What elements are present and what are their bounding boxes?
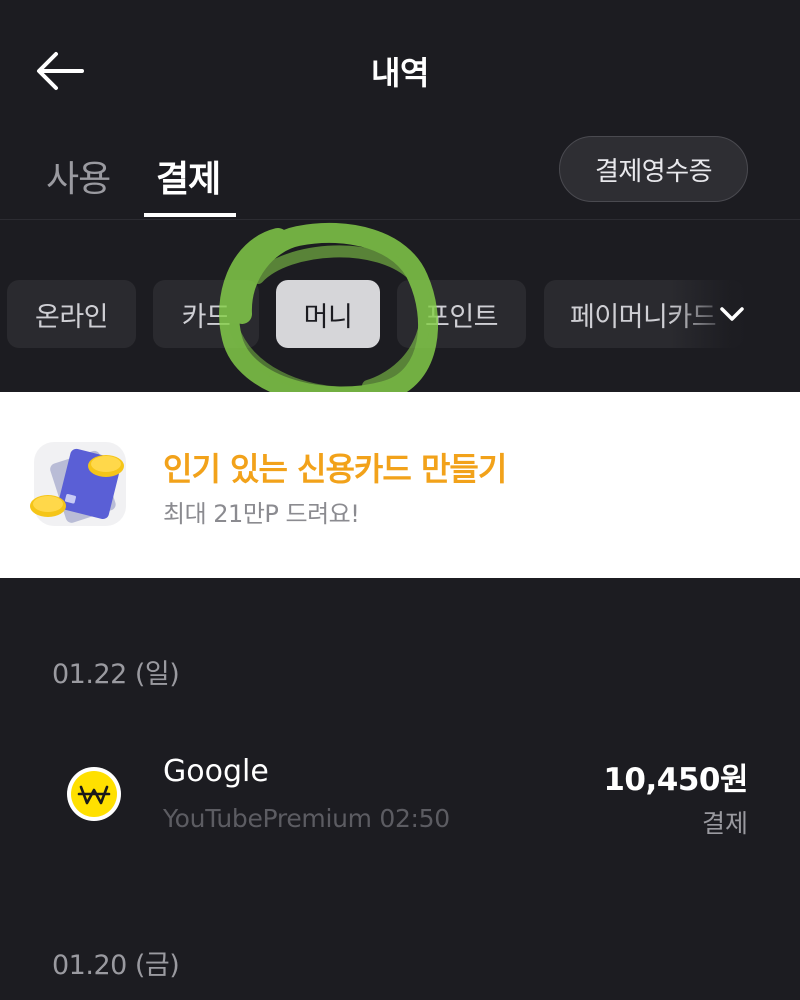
credit-card-coins-icon: [30, 442, 126, 526]
header: 내역: [0, 0, 800, 130]
date-header: 01.20 (금): [52, 950, 180, 981]
transaction-type: 결제: [701, 809, 748, 838]
transaction-detail: YouTubePremium 02:50: [163, 804, 450, 833]
payment-receipt-button[interactable]: 결제영수증: [559, 136, 748, 202]
chip-online[interactable]: 온라인: [7, 280, 136, 348]
credit-card-promo-banner[interactable]: 인기 있는 신용카드 만들기 최대 21만P 드려요!: [0, 392, 800, 578]
transaction-merchant: Google: [163, 754, 269, 789]
chip-money[interactable]: 머니: [276, 280, 380, 348]
banner-subtitle: 최대 21만P 드려요!: [163, 500, 360, 528]
chip-card[interactable]: 카드: [153, 280, 259, 348]
chevron-down-icon: [720, 307, 744, 321]
tab-use[interactable]: 사용: [46, 150, 111, 202]
transaction-row[interactable]: Google YouTubePremium 02:50 10,450원 결제: [0, 740, 800, 850]
page-title: 내역: [371, 54, 429, 92]
chips-expand-button[interactable]: [714, 296, 750, 332]
transaction-amount: 10,450원: [603, 762, 748, 798]
chip-point[interactable]: 포인트: [397, 280, 526, 348]
date-header: 01.22 (일): [52, 659, 180, 690]
filter-chips: 온라인 카드 머니 포인트 페이머니카드: [0, 278, 800, 350]
tab-payment[interactable]: 결제: [156, 150, 221, 202]
active-tab-indicator: [144, 213, 236, 217]
tab-bar: 사용 결제 결제영수증: [0, 136, 800, 220]
won-coin-icon: [67, 767, 121, 821]
banner-title: 인기 있는 신용카드 만들기: [163, 450, 507, 488]
screen: 내역 사용 결제 결제영수증 온라인 카드 머니 포인트 페이머니카드 인기 있…: [0, 0, 800, 1000]
